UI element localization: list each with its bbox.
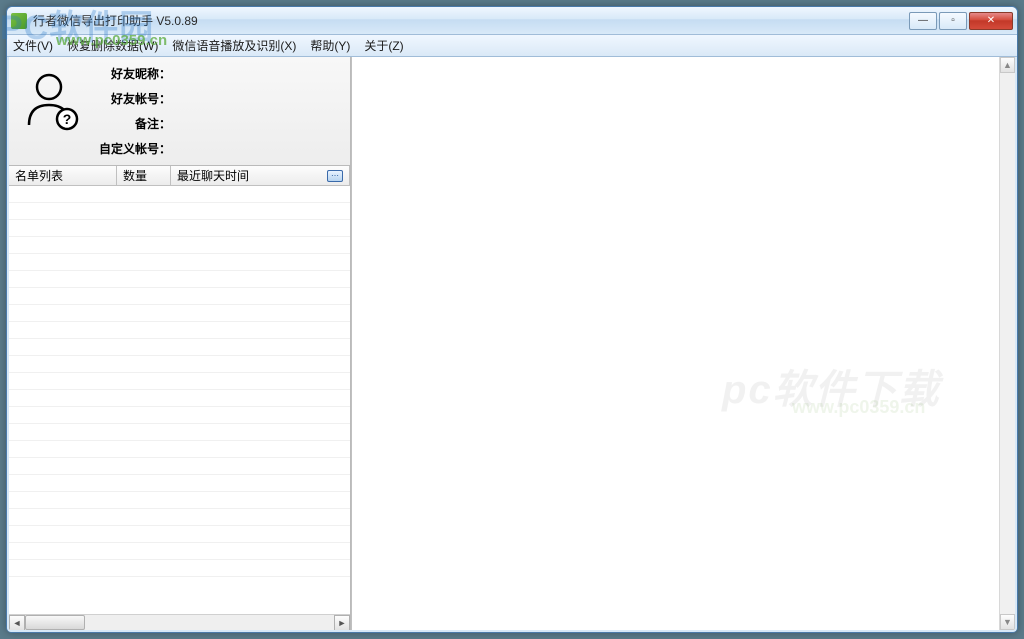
scroll-track[interactable] [1000, 73, 1015, 614]
row-account: 好友帐号： [99, 90, 340, 107]
scroll-up-arrow-icon[interactable]: ▲ [1000, 57, 1015, 73]
list-row[interactable] [9, 305, 350, 322]
watermark-url: www.pc0359.cn [792, 397, 925, 418]
account-label: 好友帐号： [99, 90, 171, 107]
list-row[interactable] [9, 373, 350, 390]
row-custom-account: 自定义帐号： [99, 140, 340, 157]
list-row[interactable] [9, 543, 350, 560]
vertical-scrollbar[interactable]: ▲ ▼ [999, 57, 1015, 630]
column-count[interactable]: 数量 [117, 166, 171, 185]
list-rows [9, 186, 350, 577]
list-header: 名单列表 数量 最近聊天时间 ⋯ [9, 166, 350, 186]
contact-list: 名单列表 数量 最近聊天时间 ⋯ [9, 166, 350, 630]
scroll-thumb[interactable] [25, 615, 85, 630]
list-row[interactable] [9, 509, 350, 526]
menu-voice-playback[interactable]: 微信语音播放及识别(X) [172, 37, 296, 54]
scroll-left-arrow-icon[interactable]: ◄ [9, 615, 25, 630]
right-pane: ▲ ▼ pc软件下载 www.pc0359.cn [351, 57, 1015, 630]
list-row[interactable] [9, 390, 350, 407]
list-row[interactable] [9, 254, 350, 271]
list-row[interactable] [9, 424, 350, 441]
list-row[interactable] [9, 271, 350, 288]
window-title: 行者微信导出打印助手 V5.0.89 [33, 12, 909, 29]
menu-file[interactable]: 文件(V) [13, 37, 53, 54]
list-row[interactable] [9, 458, 350, 475]
list-row[interactable] [9, 560, 350, 577]
scroll-right-arrow-icon[interactable]: ► [334, 615, 350, 630]
friend-info-panel: ? 好友昵称： 好友帐号： 备注： [9, 57, 350, 166]
list-row[interactable] [9, 492, 350, 509]
maximize-button[interactable]: ▫ [939, 12, 967, 30]
nickname-label: 好友昵称： [99, 65, 171, 82]
app-icon [11, 13, 27, 29]
menu-recover-deleted[interactable]: 恢复删除数据(W) [67, 37, 158, 54]
menu-help[interactable]: 帮助(Y) [310, 37, 350, 54]
list-row[interactable] [9, 339, 350, 356]
info-fields: 好友昵称： 好友帐号： 备注： 自定义帐号： [99, 63, 340, 157]
left-pane: ? 好友昵称： 好友帐号： 备注： [9, 57, 351, 630]
row-remark: 备注： [99, 115, 340, 132]
window-controls: — ▫ ✕ [909, 12, 1013, 30]
svg-text:?: ? [63, 111, 72, 127]
list-row[interactable] [9, 526, 350, 543]
list-row[interactable] [9, 237, 350, 254]
horizontal-scrollbar[interactable]: ◄ ► [9, 614, 350, 630]
list-row[interactable] [9, 356, 350, 373]
list-row[interactable] [9, 186, 350, 203]
remark-label: 备注： [99, 115, 171, 132]
list-row[interactable] [9, 475, 350, 492]
watermark-text: pc软件下载 [722, 357, 941, 415]
list-row[interactable] [9, 322, 350, 339]
scroll-down-arrow-icon[interactable]: ▼ [1000, 614, 1015, 630]
avatar-placeholder-icon: ? [19, 69, 83, 133]
list-body[interactable] [9, 186, 350, 614]
menubar: 文件(V) 恢复删除数据(W) 微信语音播放及识别(X) 帮助(Y) 关于(Z) [7, 35, 1017, 57]
titlebar[interactable]: 行者微信导出打印助手 V5.0.89 — ▫ ✕ [7, 7, 1017, 35]
row-nickname: 好友昵称： [99, 65, 340, 82]
list-row[interactable] [9, 203, 350, 220]
column-name-list[interactable]: 名单列表 [9, 166, 117, 185]
content-area: ? 好友昵称： 好友帐号： 备注： [7, 57, 1017, 632]
custom-account-label: 自定义帐号： [99, 140, 171, 157]
close-button[interactable]: ✕ [969, 12, 1013, 30]
column-last-chat-time-label: 最近聊天时间 [177, 167, 249, 184]
list-row[interactable] [9, 441, 350, 458]
list-row[interactable] [9, 407, 350, 424]
app-window: 行者微信导出打印助手 V5.0.89 — ▫ ✕ 文件(V) 恢复删除数据(W)… [6, 6, 1018, 633]
column-last-chat-time[interactable]: 最近聊天时间 ⋯ [171, 166, 350, 185]
column-options-icon[interactable]: ⋯ [327, 170, 343, 182]
list-row[interactable] [9, 220, 350, 237]
scroll-track[interactable] [25, 615, 334, 630]
menu-about[interactable]: 关于(Z) [364, 37, 403, 54]
minimize-button[interactable]: — [909, 12, 937, 30]
list-row[interactable] [9, 288, 350, 305]
